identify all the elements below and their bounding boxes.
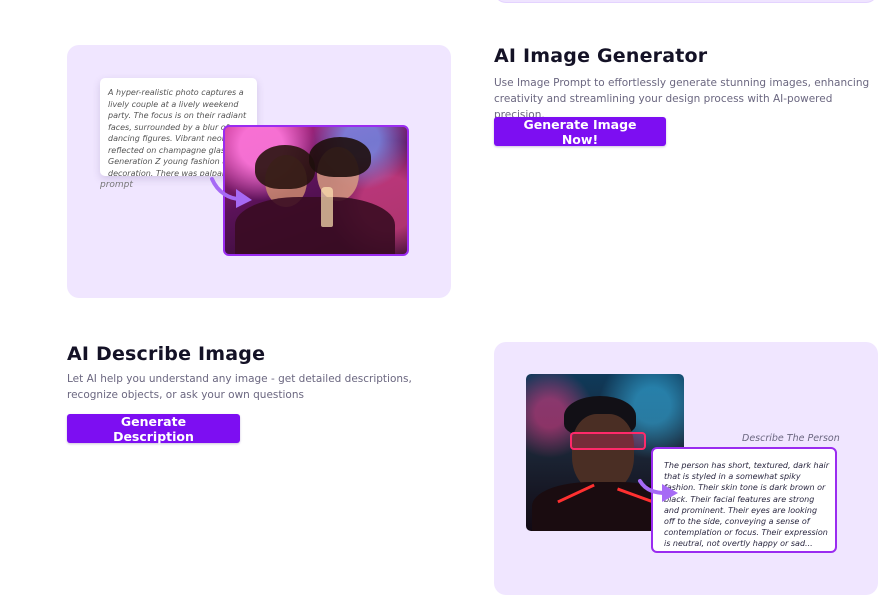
prompt-label: prompt (100, 180, 133, 190)
description-result-text: The person has short, textured, dark hai… (664, 461, 830, 549)
image-generator-title: AI Image Generator (494, 45, 708, 67)
generate-image-button[interactable]: Generate Image Now! (494, 117, 666, 147)
previous-card-edge (494, 0, 878, 3)
describe-person-label: Describe The Person (742, 433, 840, 444)
curved-arrow-icon (638, 479, 678, 502)
generate-description-button[interactable]: Generate Description (67, 414, 240, 444)
image-generator-description: Use Image Prompt to effortlessly generat… (494, 77, 870, 121)
describe-image-description: Let AI help you understand any image - g… (67, 373, 412, 401)
curved-arrow-icon (210, 177, 252, 208)
describe-image-title: AI Describe Image (67, 343, 266, 365)
